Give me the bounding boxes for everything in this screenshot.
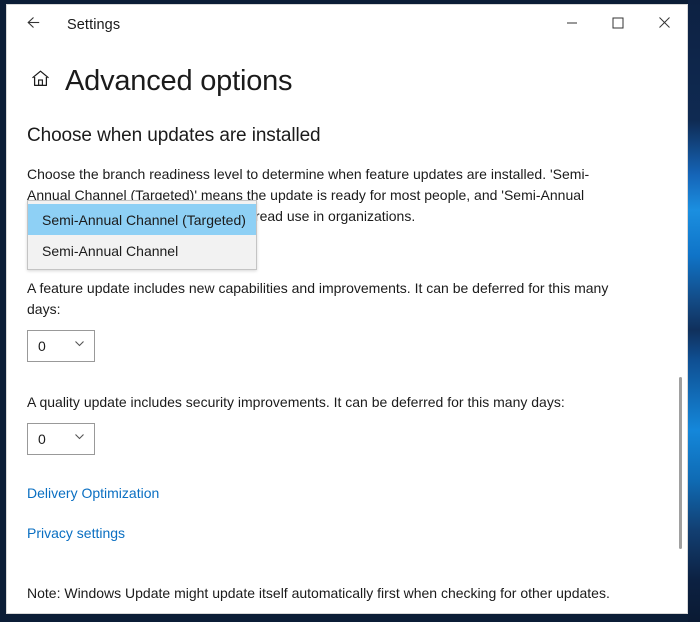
feature-update-defer-value: 0	[38, 338, 46, 354]
delivery-optimization-row: Delivery Optimization	[7, 485, 687, 503]
maximize-button[interactable]	[595, 5, 641, 45]
desktop-background: Settings	[0, 0, 700, 622]
privacy-settings-row: Privacy settings	[7, 525, 687, 543]
quality-update-description: A quality update includes security impro…	[7, 392, 647, 413]
desktop-wallpaper-strip	[688, 0, 700, 622]
dropdown-option-semi-annual-channel-targeted[interactable]: Semi-Annual Channel (Targeted)	[28, 204, 256, 235]
page-title: Advanced options	[65, 67, 292, 96]
minimize-icon	[566, 16, 578, 34]
section-heading: Choose when updates are installed	[7, 125, 687, 147]
branch-readiness-dropdown-popup[interactable]: Semi-Annual Channel (Targeted) Semi-Annu…	[27, 200, 257, 270]
close-icon	[658, 16, 671, 34]
quality-update-defer-combo[interactable]: 0	[27, 423, 95, 455]
dropdown-option-semi-annual-channel[interactable]: Semi-Annual Channel	[28, 235, 256, 266]
titlebar: Settings	[7, 5, 687, 45]
scrollbar-thumb[interactable]	[679, 377, 682, 549]
home-icon	[30, 68, 51, 94]
update-note: Note: Windows Update might update itself…	[7, 585, 638, 601]
feature-update-defer-combo[interactable]: 0	[27, 330, 95, 362]
privacy-settings-link[interactable]: Privacy settings	[27, 525, 125, 541]
settings-window: Settings	[6, 4, 688, 614]
window-title: Settings	[67, 17, 120, 33]
maximize-icon	[612, 16, 624, 34]
quality-update-defer-value: 0	[38, 431, 46, 447]
back-arrow-icon	[25, 14, 42, 36]
delivery-optimization-link[interactable]: Delivery Optimization	[27, 485, 159, 501]
home-button[interactable]	[27, 68, 53, 94]
caption-buttons	[549, 5, 687, 45]
page-header: Advanced options	[7, 61, 687, 101]
scrollbar-track[interactable]	[677, 85, 685, 614]
back-button[interactable]	[11, 9, 55, 41]
minimize-button[interactable]	[549, 5, 595, 45]
content-pane: Advanced options Choose when updates are…	[7, 45, 687, 614]
chevron-down-icon	[73, 337, 86, 355]
chevron-down-icon	[73, 430, 86, 448]
close-button[interactable]	[641, 5, 687, 45]
feature-update-description: A feature update includes new capabiliti…	[7, 278, 647, 320]
